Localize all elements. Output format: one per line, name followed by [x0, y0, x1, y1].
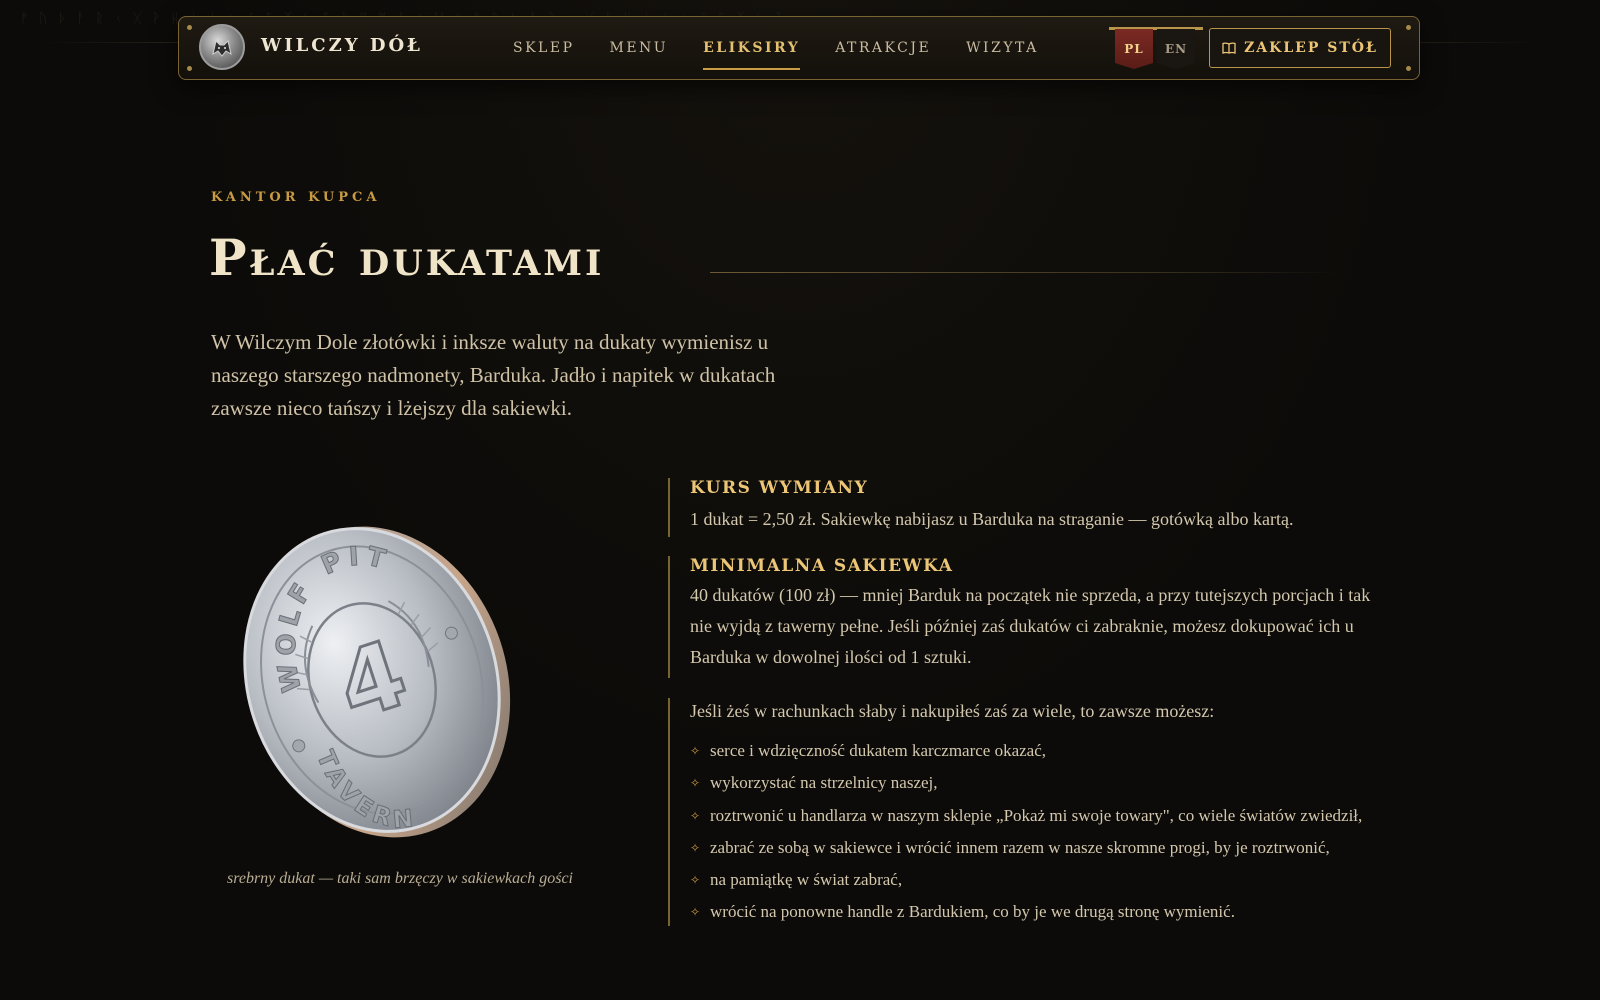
section-eyebrow: KANTOR KUPCA [211, 190, 381, 205]
wolf-head-icon [212, 40, 232, 57]
rivet-decoration [1406, 25, 1411, 30]
list-item: ✧ zabrać ze sobą w sakiewce i wrócić inne… [690, 832, 1388, 864]
book-icon [1222, 42, 1236, 54]
minimum-purse-title: MINIMALNA SAKIEWKA [690, 556, 954, 576]
nav-link-eliksiry[interactable]: ELIKSIRY [703, 36, 801, 70]
list-item: ✧ wykorzystać na strzelnicy naszej, [690, 767, 1388, 799]
diamond-bullet-icon: ✧ [690, 905, 701, 920]
minimum-purse-block: MINIMALNA SAKIEWKA 40 dukatów (100 zł) —… [668, 556, 1388, 678]
exchange-rate-text: 1 dukat = 2,50 zł. Sakiewkę nabijasz u B… [690, 509, 1294, 529]
silver-ducat-coin-image: 4 WOLF PIT TAVERN [232, 520, 512, 850]
diamond-bullet-icon: ✧ [690, 776, 701, 791]
language-switcher: PL EN [1109, 27, 1203, 69]
list-item: ✧ serce i wdzięczność dukatem karczmarce … [690, 735, 1388, 767]
diamond-bullet-icon: ✧ [690, 840, 701, 855]
leftover-intro: Jeśli żeś w rachunkach słaby i nakupiłeś… [690, 701, 1215, 721]
nav-link-sklep[interactable]: SKLEP [513, 36, 575, 60]
exchange-rate-block: KURS WYMIANY 1 dukat = 2,50 zł. Sakiewkę… [668, 478, 1388, 537]
diamond-bullet-icon: ✧ [690, 744, 701, 758]
brand-name[interactable]: WILCZY DÓŁ [261, 35, 423, 56]
book-table-label: ZAKLEP STÓŁ [1244, 40, 1378, 56]
intro-paragraph: W Wilczym Dole złotówki i inksze waluty … [211, 330, 776, 420]
diamond-bullet-icon: ✧ [690, 873, 701, 888]
coin-illustration: 4 WOLF PIT TAVERN [243, 526, 511, 838]
coin-caption: srebrny dukat — taki sam brzęczy w sakie… [226, 870, 573, 887]
nav-link-atrakcje[interactable]: ATRAKCJE [835, 36, 931, 60]
list-item: ✧ roztrwonić u handlarza w naszym sklepie… [690, 800, 1388, 832]
rivet-decoration [187, 25, 192, 30]
page-title: Płać dukatami [209, 228, 605, 287]
leftover-options-list: ✧ serce i wdzięczność dukatem karczmarce … [690, 735, 1388, 929]
language-pl-button[interactable]: PL [1115, 29, 1153, 69]
list-item: ✧ wrócić na ponowne handle z Bardukiem, c… [690, 896, 1388, 928]
exchange-rate-title: KURS WYMIANY [690, 478, 869, 498]
rivet-decoration [187, 66, 192, 71]
page: ᚠ ᚢ ᚦ ᚨ ᚱ ᚲ ᚷ ᚹ ᚺ ᚾ ᛁ ᛃ ᛇ ᛈ ᛉ ᛊ ᛏ ᛒ ᛖ ᛗ … [0, 0, 1600, 1000]
top-navbar: WILCZY DÓŁ SKLEP MENU ELIKSIRY ATRAKCJE … [178, 16, 1420, 80]
list-item: ✧ na pamiątkę w świat zabrać, [690, 864, 1388, 896]
leftover-ducats-block: Jeśli żeś w rachunkach słaby i nakupiłeś… [668, 698, 1388, 926]
nav-link-wizyta[interactable]: WIZYTA [966, 36, 1039, 60]
nav-link-menu[interactable]: MENU [610, 36, 669, 60]
rivet-decoration [1406, 66, 1411, 71]
title-divider [710, 272, 1342, 273]
book-table-button[interactable]: ZAKLEP STÓŁ [1209, 28, 1391, 68]
language-en-button[interactable]: EN [1157, 29, 1195, 69]
main-nav: SKLEP MENU ELIKSIRY ATRAKCJE WIZYTA [513, 17, 1039, 79]
wolf-logo-icon[interactable] [199, 24, 245, 70]
diamond-bullet-icon: ✧ [690, 808, 701, 823]
minimum-purse-text: 40 dukatów (100 zł) — mniej Barduk na po… [690, 585, 1371, 667]
